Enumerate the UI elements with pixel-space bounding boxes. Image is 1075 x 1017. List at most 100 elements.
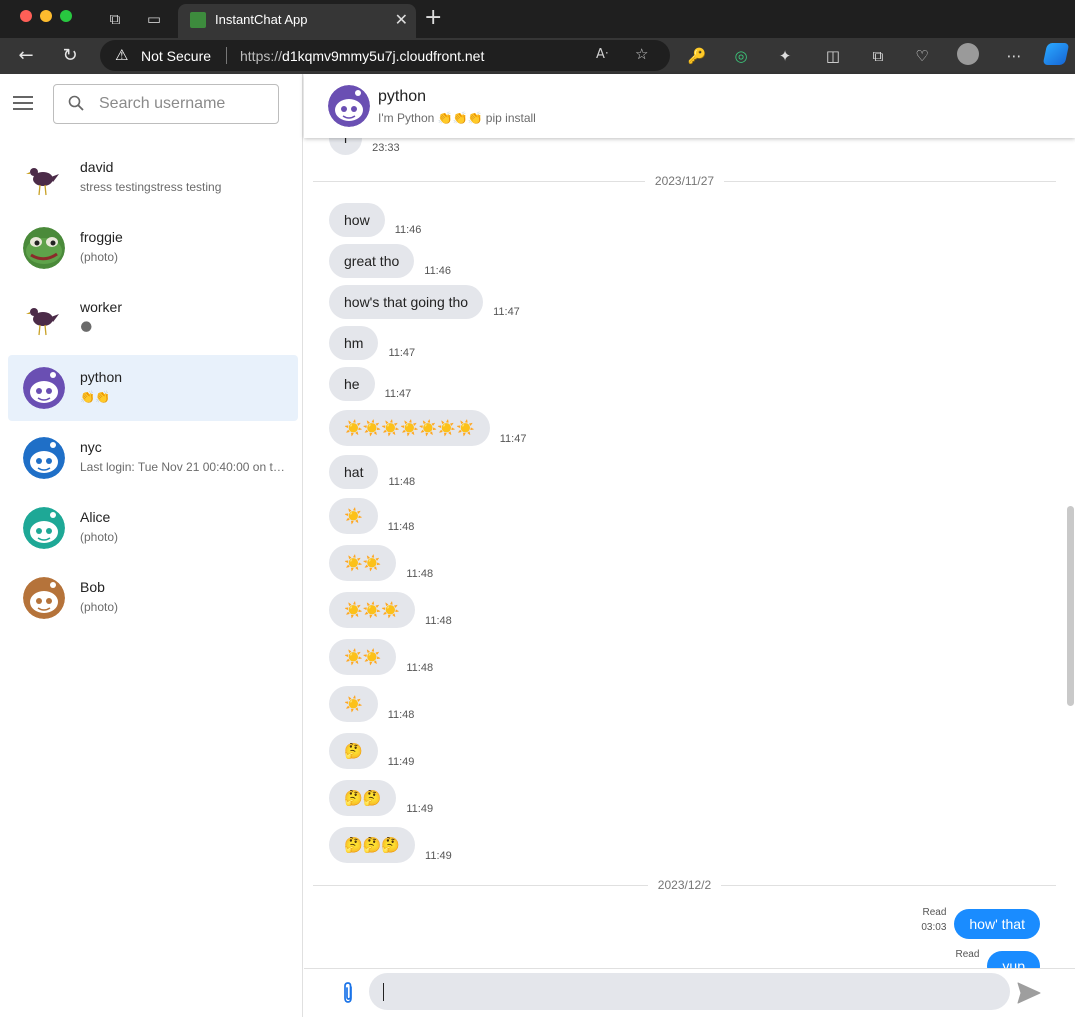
tab-actions-icon[interactable]: ▭ xyxy=(145,10,163,28)
profile-avatar[interactable] xyxy=(957,43,979,65)
browser-essentials-icon[interactable]: ♡ xyxy=(912,46,932,66)
reload-icon[interactable]: ↻ xyxy=(58,44,82,68)
message-bubble[interactable]: how's that going tho xyxy=(329,285,484,319)
send-icon[interactable] xyxy=(1017,982,1041,1004)
collections-icon[interactable]: ⧉ xyxy=(868,46,888,66)
outgoing-message-bubble[interactable]: yup xyxy=(987,951,1040,968)
message-bubble[interactable]: ☀️☀️ xyxy=(329,639,397,675)
message-time: 11:48 xyxy=(406,568,434,580)
url-text[interactable]: https://d1kqmv9mmy5u7j.cloudfront.net xyxy=(240,48,484,64)
new-tab-icon[interactable]: + xyxy=(424,7,442,29)
close-tab-icon[interactable]: ✕ xyxy=(395,10,408,29)
contact-name: python xyxy=(80,369,123,385)
message-time: 11:48 xyxy=(388,476,416,488)
frog-avatar-icon xyxy=(23,227,65,269)
bird-avatar-icon xyxy=(23,157,65,199)
contact-item-david[interactable]: david stress testingstress testing xyxy=(8,145,298,211)
frog-favicon-icon xyxy=(190,12,206,28)
read-time: 03:03 xyxy=(921,922,947,933)
copilot-icon[interactable] xyxy=(1042,43,1070,65)
contact-item-froggie[interactable]: froggie (photo) xyxy=(8,215,298,281)
more-options-icon[interactable]: ⋯ xyxy=(1004,46,1024,66)
menu-icon[interactable] xyxy=(13,96,33,110)
outgoing-message-bubble[interactable]: how' that xyxy=(954,909,1040,939)
message-time: 11:48 xyxy=(387,521,415,533)
workspaces-icon[interactable]: ⧉ xyxy=(106,10,124,28)
security-label[interactable]: Not Secure xyxy=(141,48,211,64)
message-bubble[interactable]: l xyxy=(329,138,363,155)
text-caret xyxy=(383,983,384,1001)
contact-last-message: (photo) xyxy=(80,530,119,544)
message-bubble[interactable]: 🤔🤔🤔 xyxy=(329,827,416,863)
read-aloud-icon[interactable]: A͏ᐧ xyxy=(596,47,608,62)
date-label: 2023/12/2 xyxy=(647,878,722,892)
message-bubble[interactable]: great tho xyxy=(329,244,415,278)
message-bubble[interactable]: ☀️ xyxy=(329,686,378,722)
contact-avatar[interactable] xyxy=(328,85,370,127)
minimize-window-button[interactable] xyxy=(40,10,52,22)
message-bubble[interactable]: ☀️ xyxy=(329,498,378,534)
message-bubble[interactable]: how xyxy=(329,203,385,237)
message-bubble[interactable]: 🤔 xyxy=(329,733,378,769)
read-status: Read xyxy=(955,949,980,960)
message-list[interactable]: l 23:33 2023/11/27 how 11:46 great tho 11:46 ho… xyxy=(304,138,1075,968)
split-screen-icon[interactable]: ◫ xyxy=(823,46,843,66)
message-bubble[interactable]: ☀️☀️ xyxy=(329,545,397,581)
message-time: 11:48 xyxy=(425,615,452,627)
message-time: 11:47 xyxy=(388,347,416,359)
contact-name: Alice xyxy=(80,509,111,525)
password-manager-icon[interactable]: 🔑 xyxy=(687,46,707,66)
contact-item-bob[interactable]: Bob (photo) xyxy=(8,565,298,631)
instantchat-app: david stress testingstress testing froggie… xyxy=(0,74,1075,1017)
tab-instantchat[interactable]: InstantChat App ✕ xyxy=(178,4,416,38)
message-time: 11:48 xyxy=(387,709,415,721)
close-window-button[interactable] xyxy=(20,10,32,22)
message-time: 11:46 xyxy=(424,265,451,277)
robot-avatar-brown-icon xyxy=(23,577,65,619)
contact-item-nyc[interactable]: nyc Last login: Tue Nov 21 00:40:00 on tt… xyxy=(8,425,298,491)
contact-last-message: (photo) xyxy=(80,250,119,264)
contact-last-message: stress testingstress testing xyxy=(80,180,222,194)
message-bubble[interactable]: ☀️☀️☀️☀️☀️☀️☀️ xyxy=(329,410,490,446)
contact-name: Bob xyxy=(80,579,105,595)
message-time: 11:47 xyxy=(493,306,520,318)
search-icon xyxy=(68,95,84,111)
warning-icon: ⚠ xyxy=(115,46,129,64)
chat-header: python I'm Python 👏👏👏 pip install xyxy=(304,74,1075,138)
contact-item-python[interactable]: python 👏👏 xyxy=(8,355,298,421)
message-scrollbar[interactable] xyxy=(1067,506,1074,706)
composer xyxy=(304,968,1075,1017)
favorite-star-icon[interactable]: ☆ xyxy=(635,45,648,63)
contact-item-alice[interactable]: Alice (photo) xyxy=(8,495,298,561)
contact-name: froggie xyxy=(80,229,123,245)
extensions-icon[interactable]: ✦ xyxy=(775,46,795,66)
date-separator: 2023/11/27 xyxy=(313,171,1056,191)
message-time: 11:49 xyxy=(387,756,415,768)
contact-item-worker[interactable]: worker 🌑 xyxy=(8,285,298,351)
contact-last-message: 👏👏 xyxy=(80,390,110,404)
search-box[interactable] xyxy=(53,84,279,124)
message-time: 11:48 xyxy=(406,662,434,674)
contact-name: david xyxy=(80,159,114,175)
url-divider xyxy=(226,47,227,64)
contact-name: nyc xyxy=(80,439,102,455)
search-input[interactable] xyxy=(99,93,269,115)
message-bubble[interactable]: he xyxy=(329,367,375,401)
message-time: 11:47 xyxy=(499,433,527,445)
robot-avatar-teal-icon xyxy=(23,507,65,549)
maximize-window-button[interactable] xyxy=(60,10,72,22)
message-time: 23:33 xyxy=(372,142,400,154)
message-bubble[interactable]: hat xyxy=(329,455,379,489)
extension-circle-icon[interactable]: ◎ xyxy=(731,46,751,66)
message-bubble[interactable]: ☀️☀️☀️ xyxy=(329,592,416,628)
chat-contact-name: python xyxy=(378,88,427,105)
read-receipt: Read xyxy=(947,949,980,964)
contact-last-message: (photo) xyxy=(80,600,119,614)
message-input[interactable] xyxy=(369,973,1010,1010)
back-icon[interactable]: ← xyxy=(14,44,38,68)
message-bubble[interactable]: 🤔🤔 xyxy=(329,780,397,816)
attach-file-icon[interactable] xyxy=(338,981,358,1005)
robot-avatar-icon xyxy=(328,85,370,127)
message-bubble[interactable]: hm xyxy=(329,326,379,360)
address-bar[interactable]: ⚠ Not Secure https://d1kqmv9mmy5u7j.clou… xyxy=(100,40,670,71)
